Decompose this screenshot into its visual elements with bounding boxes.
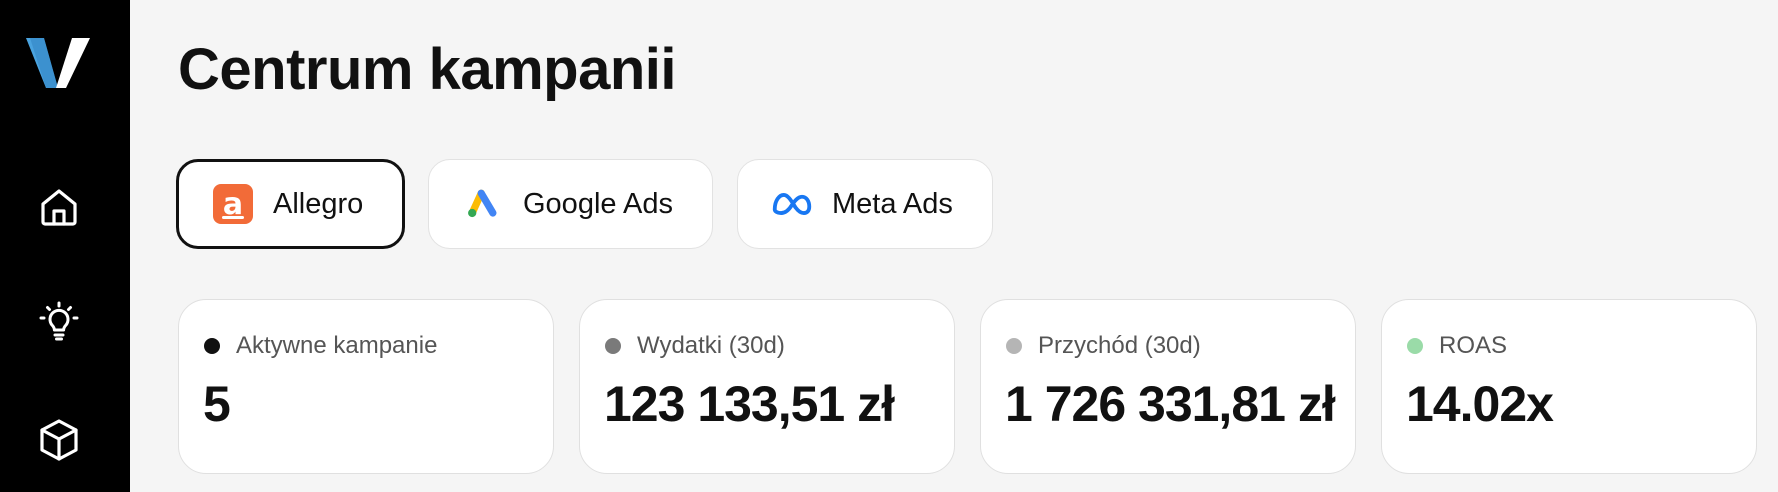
stat-card-revenue: Przychód (30d) 1 726 331,81 zł — [980, 299, 1356, 474]
allegro-logo-icon: a — [213, 184, 253, 224]
stat-value: 5 — [203, 376, 231, 432]
home-icon[interactable] — [35, 183, 83, 231]
stat-label: ROAS — [1439, 332, 1508, 359]
status-dot — [1407, 338, 1423, 354]
stat-label: Wydatki (30d) — [637, 332, 785, 359]
status-dot — [1006, 338, 1022, 354]
logo-icon[interactable] — [22, 30, 94, 102]
stat-card-spend: Wydatki (30d) 123 133,51 zł — [579, 299, 955, 474]
tab-label: Allegro — [273, 187, 364, 220]
stat-label: Aktywne kampanie — [236, 332, 438, 359]
stat-value: 14.02x — [1406, 376, 1554, 432]
page-title: Centrum kampanii — [178, 37, 677, 102]
lightbulb-icon[interactable] — [35, 298, 83, 346]
tab-label: Meta Ads — [832, 187, 953, 220]
status-dot — [605, 338, 621, 354]
stat-card-roas: ROAS 14.02x — [1381, 299, 1757, 474]
main-content: Centrum kampanii a Allegro Google Ads Me… — [130, 0, 1778, 492]
meta-logo-icon — [772, 184, 812, 224]
stat-value: 123 133,51 zł — [604, 376, 895, 432]
stat-label: Przychód (30d) — [1038, 332, 1201, 359]
tab-label: Google Ads — [523, 187, 673, 220]
google-ads-logo-icon — [463, 184, 503, 224]
stat-card-active-campaigns: Aktywne kampanie 5 — [178, 299, 554, 474]
tab-google-ads[interactable]: Google Ads — [428, 159, 713, 249]
status-dot — [204, 338, 220, 354]
tab-meta-ads[interactable]: Meta Ads — [737, 159, 993, 249]
sidebar — [0, 0, 130, 492]
stat-value: 1 726 331,81 zł — [1005, 376, 1336, 432]
cube-icon[interactable] — [35, 416, 83, 464]
tab-allegro[interactable]: a Allegro — [176, 159, 405, 249]
